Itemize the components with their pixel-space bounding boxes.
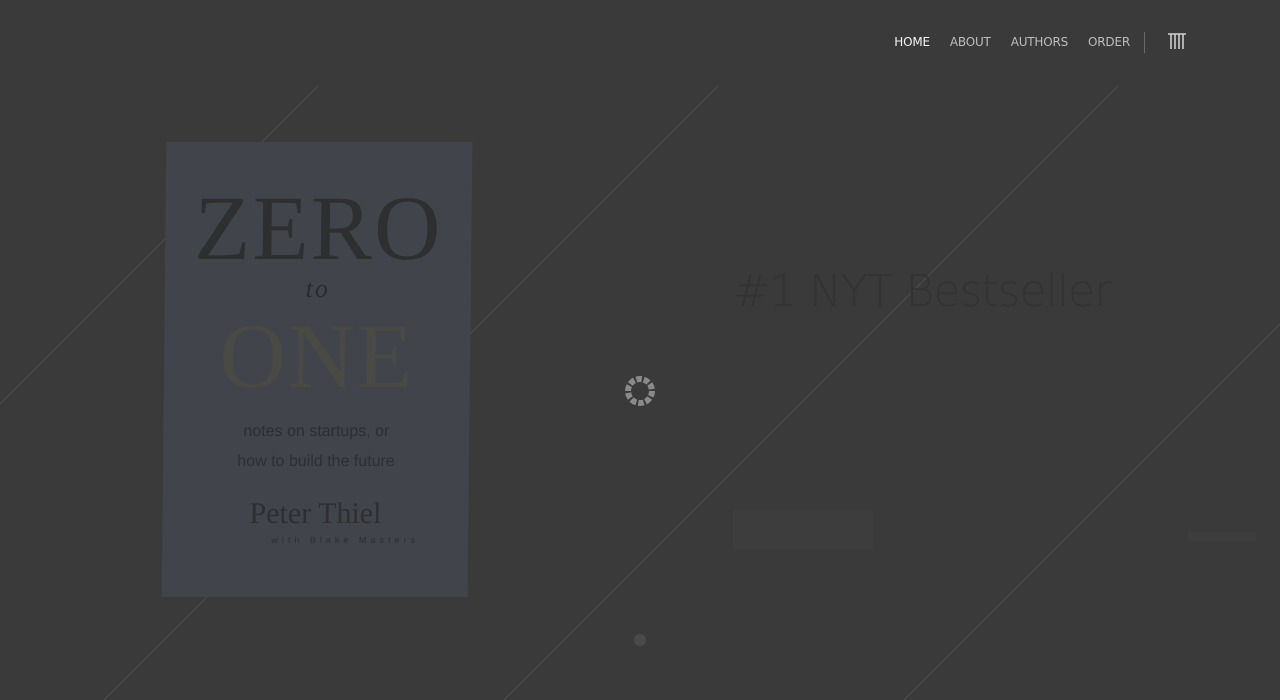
nav-order-link[interactable]: ORDER [1088, 34, 1130, 50]
book-cover-image: ZERO to ONE notes on startups, or how to… [161, 142, 473, 597]
nav-about-link[interactable]: ABOUT [950, 34, 991, 50]
book-title-zero: ZERO [193, 177, 444, 279]
hero-cta-button[interactable] [733, 510, 873, 550]
book-subtitle-line1: notes on startups, or [243, 423, 390, 440]
book-author: Peter Thiel [249, 497, 382, 530]
loading-spinner-icon [625, 376, 655, 406]
book-coauthor: with Blake Masters [271, 535, 420, 545]
nav-home-link[interactable]: HOME [894, 34, 930, 50]
logo-icon[interactable] [1167, 31, 1187, 51]
nav-divider [1144, 32, 1145, 53]
scroll-hint [1188, 532, 1256, 542]
hero-title: #1 NYT Bestseller [733, 266, 1112, 317]
slider-dot[interactable] [634, 634, 646, 646]
main-nav: HOME ABOUT AUTHORS ORDER [894, 34, 1130, 50]
nav-authors-link[interactable]: AUTHORS [1011, 34, 1069, 50]
landing-page: ZERO to ONE notes on startups, or how to… [0, 0, 1280, 700]
book-title-one: ONE [219, 305, 416, 407]
book-subtitle-line2: how to build the future [237, 453, 395, 470]
book-title-to: to [305, 274, 331, 303]
